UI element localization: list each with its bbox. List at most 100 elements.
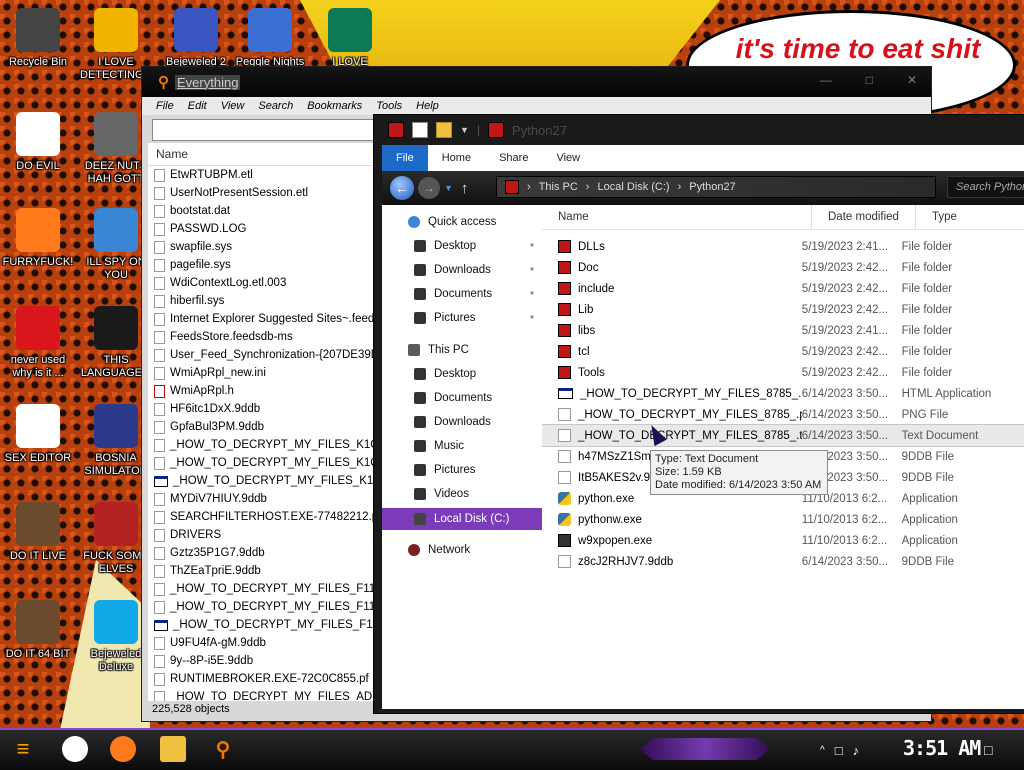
desktop-icon-bejeweled2[interactable]: Bejeweled 2 — [160, 8, 232, 69]
list-item[interactable]: FeedsStore.feedsdb-ms — [148, 328, 374, 346]
explorer-search-input[interactable]: Search Python — [947, 176, 1024, 198]
breadcrumb-item[interactable]: This PC — [539, 181, 578, 193]
back-arrow-icon[interactable]: ← — [390, 176, 414, 200]
list-item[interactable]: RUNTIMEBROKER.EXE-72C0C855.pf — [148, 670, 374, 688]
chrome-icon[interactable] — [62, 736, 88, 762]
chevron-down-icon[interactable]: ▼ — [460, 125, 469, 135]
table-row[interactable]: Doc 5/19/2023 2:42... File folder — [542, 257, 1024, 278]
show-hidden-icons-icon[interactable]: ^ — [820, 745, 825, 756]
list-item[interactable]: MYDiV7HIUY.9ddb — [148, 490, 374, 508]
everything-search-icon[interactable]: ⚲ — [210, 736, 236, 762]
nav-item-downloads[interactable]: Downloads — [382, 411, 542, 433]
nav-item-documents[interactable]: Documents — [382, 387, 542, 409]
table-row[interactable]: Tools 5/19/2023 2:42... File folder — [542, 362, 1024, 383]
list-item[interactable]: HF6itc1DxX.9ddb — [148, 400, 374, 418]
table-row[interactable]: libs 5/19/2023 2:41... File folder — [542, 320, 1024, 341]
table-row[interactable]: include 5/19/2023 2:42... File folder — [542, 278, 1024, 299]
list-item[interactable]: _HOW_TO_DECRYPT_MY_FILES_F11U41_. — [148, 616, 374, 634]
column-header-type[interactable]: Type — [916, 205, 1024, 229]
list-item[interactable]: User_Feed_Synchronization-{207DE39D-2F — [148, 346, 374, 364]
nav-item-quick-access[interactable]: Quick access — [382, 211, 542, 233]
desktop-icon-portrait64[interactable]: DO IT 64 BIT — [2, 600, 74, 661]
nav-item-pictures[interactable]: Pictures — [382, 459, 542, 481]
table-row[interactable]: tcl 5/19/2023 2:42... File folder — [542, 341, 1024, 362]
nav-item-downloads[interactable]: Downloads • — [382, 259, 542, 281]
new-folder-icon[interactable] — [436, 122, 452, 138]
list-item[interactable]: WmiApRpl.h — [148, 382, 374, 400]
list-item[interactable]: swapfile.sys — [148, 238, 374, 256]
nav-item-desktop[interactable]: Desktop — [382, 363, 542, 385]
explorer-window[interactable]: ▼ | Python27 File Home Share View ← → ▼ ↑ ›… — [373, 114, 1024, 714]
table-row[interactable]: _HOW_TO_DECRYPT_MY_FILES_8785_.png 6/14/2… — [542, 404, 1024, 425]
list-item[interactable]: bootstat.dat — [148, 202, 374, 220]
list-item[interactable]: pagefile.sys — [148, 256, 374, 274]
forward-arrow-icon[interactable]: → — [418, 177, 440, 199]
menu-edit[interactable]: Edit — [188, 100, 207, 112]
list-item[interactable]: DRIVERS — [148, 526, 374, 544]
nav-item-local-disk-c[interactable]: Local Disk (C:) — [382, 508, 542, 530]
everything-column-name[interactable]: Name — [148, 143, 374, 166]
table-row[interactable]: _HOW_TO_DECRYPT_MY_FILES_8785_.hta 6/14/2… — [542, 383, 1024, 404]
desktop-icon-chrome[interactable]: DO EVIL — [2, 112, 74, 173]
menu-bookmarks[interactable]: Bookmarks — [307, 100, 362, 112]
table-row[interactable]: pythonw.exe 11/10/2013 6:2... Application — [542, 509, 1024, 530]
column-header-date-modified[interactable]: Date modified — [812, 205, 916, 229]
breadcrumb-item[interactable]: Local Disk (C:) — [597, 181, 669, 193]
list-item[interactable]: 9y--8P-i5E.9ddb — [148, 652, 374, 670]
nav-item-this-pc[interactable]: This PC — [382, 339, 542, 361]
nav-item-videos[interactable]: Videos — [382, 483, 542, 505]
column-header-name[interactable]: Name — [542, 205, 812, 229]
explorer-titlebar[interactable]: ▼ | Python27 — [374, 115, 1024, 145]
minimize-icon[interactable]: — — [820, 73, 832, 87]
list-item[interactable]: _HOW_TO_DECRYPT_MY_FILES_K1CTXH_. — [148, 472, 374, 490]
table-row[interactable]: _HOW_TO_DECRYPT_MY_FILES_8785_.txt 6/14/2… — [542, 424, 1024, 447]
list-item[interactable]: GpfaBul3PM.9ddb — [148, 418, 374, 436]
list-item[interactable]: Internet Explorer Suggested Sites~.feed-… — [148, 310, 374, 328]
everything-titlebar[interactable]: ⚲ Everything — [142, 67, 931, 97]
desktop-icon-portrait[interactable]: DO IT LIVE — [2, 502, 74, 563]
ribbon-tab-view[interactable]: View — [542, 145, 594, 171]
nav-item-pictures[interactable]: Pictures • — [382, 307, 542, 329]
pin-icon[interactable]: • — [530, 288, 534, 300]
table-row[interactable]: DLLs 5/19/2023 2:41... File folder — [542, 236, 1024, 257]
list-item[interactable]: Gztz35P1G7.9ddb — [148, 544, 374, 562]
file-explorer-icon[interactable] — [160, 736, 186, 762]
desktop-icon-hxd[interactable]: SEX EDITOR — [2, 404, 74, 465]
nav-item-music[interactable]: Music — [382, 435, 542, 457]
pin-icon[interactable]: • — [530, 240, 534, 252]
ribbon-tab-home[interactable]: Home — [428, 145, 485, 171]
breadcrumb-item[interactable]: Python27 — [689, 181, 735, 193]
notifications-icon[interactable]: □ — [984, 730, 992, 770]
menu-search[interactable]: Search — [258, 100, 293, 112]
list-item[interactable]: U9FU4fA-gM.9ddb — [148, 634, 374, 652]
desktop-icon-peggle-nights[interactable]: Peggle Nights — [234, 8, 306, 69]
table-row[interactable]: z8cJ2RHJV7.9ddb 6/14/2023 3:50... 9DDB Fil… — [542, 551, 1024, 572]
list-item[interactable]: SEARCHFILTERHOST.EXE-77482212.pf — [148, 508, 374, 526]
menu-view[interactable]: View — [221, 100, 245, 112]
list-item[interactable]: _HOW_TO_DECRYPT_MY_FILES_K1CTXH_. — [148, 454, 374, 472]
desktop-icon-recycle-bin[interactable]: Recycle Bin — [2, 8, 74, 69]
recent-locations-icon[interactable]: ▼ — [444, 183, 453, 193]
list-item[interactable]: ThZEaTpriE.9ddb — [148, 562, 374, 580]
close-icon[interactable]: ✕ — [907, 73, 917, 87]
start-icon[interactable]: ≡ — [10, 736, 36, 762]
menu-tools[interactable]: Tools — [376, 100, 402, 112]
list-item[interactable]: EtwRTUBPM.etl — [148, 166, 374, 184]
desktop-icon-devcpp[interactable]: never used why is it ... — [2, 306, 74, 380]
menu-file[interactable]: File — [156, 100, 174, 112]
maximize-icon[interactable]: □ — [866, 73, 873, 87]
desktop-icon-firefox[interactable]: FURRYFUCK! — [2, 208, 74, 269]
nav-item-documents[interactable]: Documents • — [382, 283, 542, 305]
menu-help[interactable]: Help — [416, 100, 439, 112]
table-row[interactable]: Lib 5/19/2023 2:42... File folder — [542, 299, 1024, 320]
list-item[interactable]: _HOW_TO_DECRYPT_MY_FILES_F11U41_. — [148, 598, 374, 616]
nav-item-desktop[interactable]: Desktop • — [382, 235, 542, 257]
everything-results-list[interactable]: Name EtwRTUBPM.etl UserNotPresentSession.… — [148, 143, 374, 701]
table-row[interactable]: w9xpopen.exe 11/10/2013 6:2... Application — [542, 530, 1024, 551]
volume-icon[interactable]: ♪ — [853, 743, 860, 758]
address-bar[interactable]: › This PC › Local Disk (C:) › Python27 — [496, 176, 936, 198]
list-item[interactable]: UserNotPresentSession.etl — [148, 184, 374, 202]
properties-icon[interactable] — [412, 122, 428, 138]
list-item[interactable]: _HOW_TO_DECRYPT_MY_FILES_K1CTXH_. — [148, 436, 374, 454]
everything-search-input[interactable] — [152, 119, 394, 141]
